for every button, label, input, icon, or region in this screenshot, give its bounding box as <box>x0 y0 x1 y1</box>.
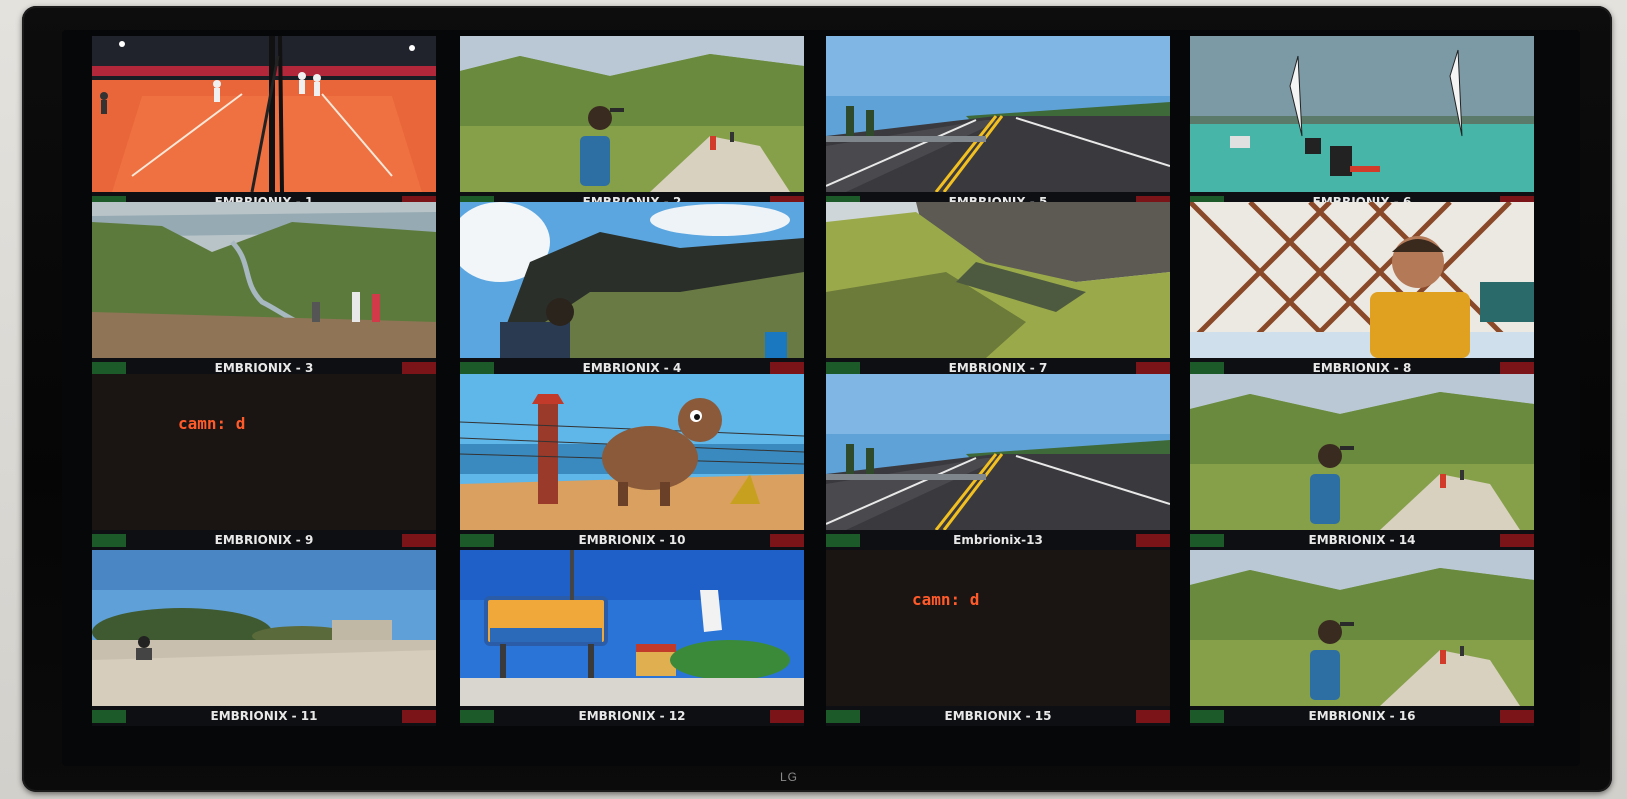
tile-label: EMBRIONIX - 9 <box>214 533 314 547</box>
tile-caption-bar: EMBRIONIX - 15 <box>826 706 1170 726</box>
video-feed <box>460 374 804 530</box>
tile-caption-bar: EMBRIONIX - 14 <box>1190 530 1534 550</box>
tally-red-indicator <box>402 710 436 723</box>
video-frame-cliff-meadow <box>826 202 1170 358</box>
video-tile-9[interactable]: camn: d EMBRIONIX - 9 <box>92 374 436 550</box>
tile-caption-bar: EMBRIONIX - 12 <box>460 706 804 726</box>
tile-label: EMBRIONIX - 10 <box>578 533 686 547</box>
tile-caption-bar: EMBRIONIX - 9 <box>92 530 436 550</box>
video-feed: camn: d <box>92 374 436 530</box>
tile-label: EMBRIONIX - 3 <box>214 361 314 375</box>
tile-label: Embrionix-13 <box>953 533 1043 547</box>
video-feed <box>92 202 436 358</box>
tile-caption-bar: Embrionix-13 <box>826 530 1170 550</box>
tally-red-indicator <box>402 534 436 547</box>
video-tile-3[interactable]: EMBRIONIX - 3 <box>92 202 436 378</box>
video-frame-yurt-boy <box>1190 202 1534 358</box>
tally-green-indicator <box>1190 710 1224 723</box>
video-tile-6[interactable]: EMBRIONIX - 6 <box>1190 36 1534 212</box>
tile-caption-bar: EMBRIONIX - 10 <box>460 530 804 550</box>
tile-caption-bar: EMBRIONIX - 11 <box>92 706 436 726</box>
video-tile-14[interactable]: EMBRIONIX - 14 <box>1190 374 1534 550</box>
tile-label: EMBRIONIX - 15 <box>944 709 1052 723</box>
tally-red-indicator <box>1500 710 1534 723</box>
video-frame-cartoon-bull <box>460 374 804 530</box>
tally-red-indicator <box>770 710 804 723</box>
video-feed <box>826 202 1170 358</box>
video-tile-5[interactable]: EMBRIONIX - 5 <box>826 36 1170 212</box>
video-feed <box>1190 36 1534 192</box>
video-tile-4[interactable]: EMBRIONIX - 4 <box>460 202 804 378</box>
tally-green-indicator <box>826 534 860 547</box>
video-feed: camn: d <box>826 550 1170 706</box>
video-tile-12[interactable]: EMBRIONIX - 12 <box>460 550 804 726</box>
tally-red-indicator <box>1500 534 1534 547</box>
video-frame-coast-trail <box>92 202 436 358</box>
video-frame-windsurf <box>1190 36 1534 192</box>
video-feed <box>460 550 804 706</box>
tile-label: EMBRIONIX - 16 <box>1308 709 1416 723</box>
video-frame-hiker-valley <box>1190 550 1534 706</box>
no-signal-text: camn: d <box>912 590 980 609</box>
video-frame-hiker-valley <box>460 36 804 192</box>
tally-red-indicator <box>1136 534 1170 547</box>
video-feed <box>1190 550 1534 706</box>
tile-label: EMBRIONIX - 12 <box>578 709 686 723</box>
video-frame-highway <box>826 374 1170 530</box>
video-frame-volleyball <box>92 36 436 192</box>
tally-green-indicator <box>92 534 126 547</box>
video-frame-no-signal <box>826 550 1170 706</box>
tally-red-indicator <box>770 534 804 547</box>
video-feed <box>1190 202 1534 358</box>
video-feed <box>1190 374 1534 530</box>
tile-label: EMBRIONIX - 4 <box>582 361 682 375</box>
video-frame-windsurf-sign <box>460 550 804 706</box>
video-tile-7[interactable]: EMBRIONIX - 7 <box>826 202 1170 378</box>
tile-caption-bar: EMBRIONIX - 16 <box>1190 706 1534 726</box>
tile-label: EMBRIONIX - 11 <box>210 709 318 723</box>
tile-label: EMBRIONIX - 7 <box>948 361 1048 375</box>
video-tile-15[interactable]: camn: d EMBRIONIX - 15 <box>826 550 1170 726</box>
video-tile-2[interactable]: EMBRIONIX - 2 <box>460 36 804 212</box>
video-frame-cliff-hiker <box>460 202 804 358</box>
tally-green-indicator <box>92 710 126 723</box>
video-tile-8[interactable]: EMBRIONIX - 8 <box>1190 202 1534 378</box>
video-feed <box>826 374 1170 530</box>
video-frame-no-signal <box>92 374 436 530</box>
video-frame-highway <box>826 36 1170 192</box>
video-tile-10[interactable]: EMBRIONIX - 10 <box>460 374 804 550</box>
video-frame-hiker-valley <box>1190 374 1534 530</box>
video-feed <box>826 36 1170 192</box>
tally-green-indicator <box>460 534 494 547</box>
no-signal-text: camn: d <box>178 414 246 433</box>
tile-label: EMBRIONIX - 8 <box>1312 361 1412 375</box>
tally-red-indicator <box>1136 710 1170 723</box>
tally-green-indicator <box>460 710 494 723</box>
video-feed <box>460 202 804 358</box>
monitor-brand-logo: LG <box>780 770 799 784</box>
video-tile-1[interactable]: EMBRIONIX - 1 <box>92 36 436 212</box>
tally-green-indicator <box>1190 534 1224 547</box>
video-frame-beach <box>92 550 436 706</box>
video-tile-11[interactable]: EMBRIONIX - 11 <box>92 550 436 726</box>
video-feed <box>92 550 436 706</box>
video-feed <box>460 36 804 192</box>
tally-green-indicator <box>826 710 860 723</box>
video-tile-13[interactable]: Embrionix-13 <box>826 374 1170 550</box>
video-feed <box>92 36 436 192</box>
video-tile-16[interactable]: EMBRIONIX - 16 <box>1190 550 1534 726</box>
tile-label: EMBRIONIX - 14 <box>1308 533 1416 547</box>
